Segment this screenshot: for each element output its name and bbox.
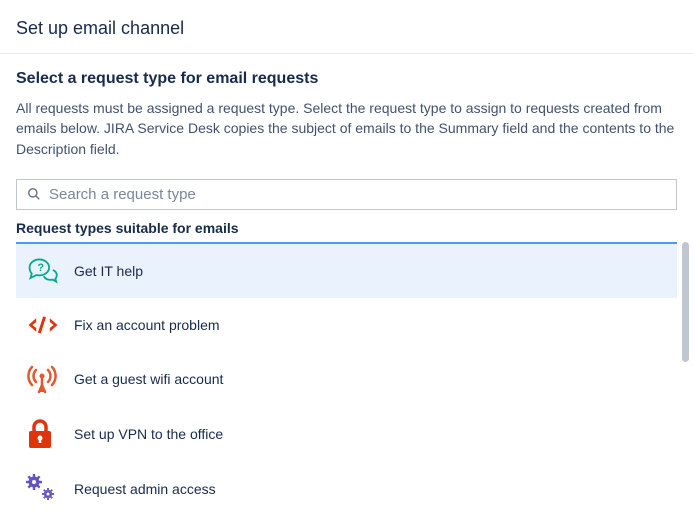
search-box[interactable] <box>16 179 677 210</box>
list-item-label: Set up VPN to the office <box>74 426 223 442</box>
wifi-broadcast-icon <box>26 364 64 394</box>
gears-icon <box>26 474 64 504</box>
list-item-label: Get a guest wifi account <box>74 371 223 387</box>
list-heading: Request types suitable for emails <box>16 220 677 236</box>
list-item-label: Fix an account problem <box>74 317 220 333</box>
section-title: Select a request type for email requests <box>16 70 677 88</box>
svg-text:?: ? <box>38 262 45 274</box>
page-header: Set up email channel <box>0 0 693 54</box>
list-item-label: Get IT help <box>74 263 143 279</box>
search-icon <box>27 187 41 201</box>
request-type-list: ? Get IT help Fix an account problem <box>16 242 677 516</box>
list-scroll-wrap: ? Get IT help Fix an account problem <box>16 242 677 516</box>
list-item[interactable]: Request admin access <box>16 462 677 516</box>
list-item-label: Request admin access <box>74 481 216 497</box>
page-title: Set up email channel <box>16 18 677 39</box>
lock-icon <box>26 418 64 450</box>
section-description: All requests must be assigned a request … <box>16 98 677 159</box>
search-input[interactable] <box>49 186 666 203</box>
scrollbar[interactable] <box>682 242 689 362</box>
list-item[interactable]: Get a guest wifi account <box>16 352 677 406</box>
question-bubble-icon: ? <box>26 256 64 286</box>
list-item[interactable]: ? Get IT help <box>16 244 677 298</box>
list-item[interactable]: Set up VPN to the office <box>16 406 677 462</box>
list-item[interactable]: Fix an account problem <box>16 298 677 352</box>
code-icon <box>26 315 64 335</box>
content-area: Select a request type for email requests… <box>0 54 693 532</box>
